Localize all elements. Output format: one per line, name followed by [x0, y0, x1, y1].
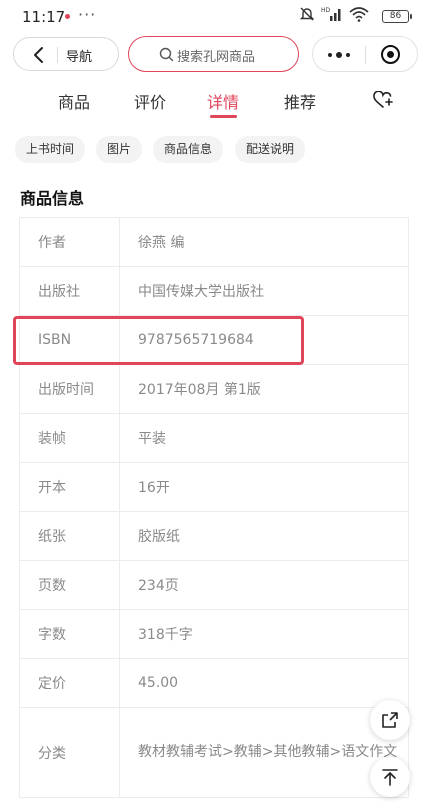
table-row: 定价 45.00 [19, 658, 409, 708]
mute-icon [299, 7, 315, 21]
row-value: 318千字 [119, 609, 409, 659]
back-label: 导航 [66, 50, 93, 65]
table-row: ISBN 9787565719684 [19, 315, 409, 365]
top-bar: 导航 搜索孔网商品 [0, 34, 445, 76]
row-value: 45.00 [119, 658, 409, 708]
row-value: 9787565719684 [119, 315, 409, 365]
table-row: 分类 教材教辅考试>教辅>其他教辅>语文作文 [19, 707, 409, 798]
row-key: 纸张 [19, 511, 120, 561]
search-input[interactable]: 搜索孔网商品 [128, 36, 299, 72]
more-dots-icon[interactable] [328, 52, 350, 58]
section-title: 商品信息 [20, 189, 85, 208]
row-key: 装帧 [19, 413, 120, 463]
back-button[interactable]: 导航 [13, 37, 119, 71]
search-placeholder: 搜索孔网商品 [177, 50, 256, 65]
tab-recommend[interactable]: 推荐 [284, 89, 316, 113]
back-to-top-button[interactable] [370, 757, 410, 797]
chip-product-info[interactable]: 商品信息 [153, 136, 224, 163]
status-bar: 11:17 ··· HD 86 [0, 0, 445, 34]
active-tab-indicator [210, 115, 237, 118]
target-icon[interactable] [381, 45, 400, 64]
row-key: 开本 [19, 462, 120, 512]
row-key: 分类 [19, 707, 120, 798]
chip-shipping[interactable]: 配送说明 [235, 136, 306, 163]
share-button[interactable] [370, 700, 410, 740]
tab-goods[interactable]: 商品 [58, 89, 90, 113]
chip-images[interactable]: 图片 [96, 136, 143, 163]
table-row: 装帧 平装 [19, 413, 409, 463]
row-value: 234页 [119, 560, 409, 610]
table-row: 开本 16开 [19, 462, 409, 512]
tab-reviews[interactable]: 评价 [134, 89, 166, 113]
row-key: 作者 [19, 217, 120, 267]
table-row: 页数 234页 [19, 560, 409, 610]
divider [57, 47, 58, 63]
status-time: 11:17 [22, 8, 66, 26]
table-row: 出版时间 2017年08月 第1版 [19, 364, 409, 414]
detail-tabs: 商品 评价 详情 推荐 [0, 85, 445, 121]
svg-text:HD: HD [321, 7, 331, 14]
row-key: 页数 [19, 560, 120, 610]
battery-icon: 86 [382, 10, 412, 23]
row-value: 教材教辅考试>教辅>其他教辅>语文作文 [119, 707, 409, 798]
capsule-divider [365, 46, 366, 64]
signal-icon: HD [321, 7, 341, 21]
share-icon [382, 712, 398, 728]
back-chevron-icon [34, 47, 43, 63]
chip-listing-time[interactable]: 上书时间 [15, 136, 86, 163]
table-row: 字数 318千字 [19, 609, 409, 659]
row-key: 出版社 [19, 266, 120, 316]
row-value: 平装 [119, 413, 409, 463]
table-row: 作者 徐燕 编 [19, 217, 409, 267]
table-row: 纸张 胶版纸 [19, 511, 409, 561]
row-key: 出版时间 [19, 364, 120, 414]
tab-details[interactable]: 详情 [207, 89, 239, 113]
notification-dot-icon [65, 14, 70, 19]
row-value: 胶版纸 [119, 511, 409, 561]
product-info-table: 作者 徐燕 编 出版社 中国传媒大学出版社 ISBN 9787565719684 出版… [19, 217, 409, 798]
row-value: 徐燕 编 [119, 217, 409, 267]
table-row: 出版社 中国传媒大学出版社 [19, 266, 409, 316]
row-key: 字数 [19, 609, 120, 659]
back-to-top-icon [382, 769, 398, 786]
row-value: 2017年08月 第1版 [119, 364, 409, 414]
mini-program-capsule [312, 36, 418, 72]
search-icon [159, 47, 174, 62]
row-key: 定价 [19, 658, 120, 708]
row-value: 16开 [119, 462, 409, 512]
heart-plus-icon[interactable] [373, 91, 393, 109]
wifi-icon [349, 7, 369, 22]
row-key: ISBN [19, 315, 120, 365]
row-value: 中国传媒大学出版社 [119, 266, 409, 316]
status-more: ··· [78, 5, 97, 24]
